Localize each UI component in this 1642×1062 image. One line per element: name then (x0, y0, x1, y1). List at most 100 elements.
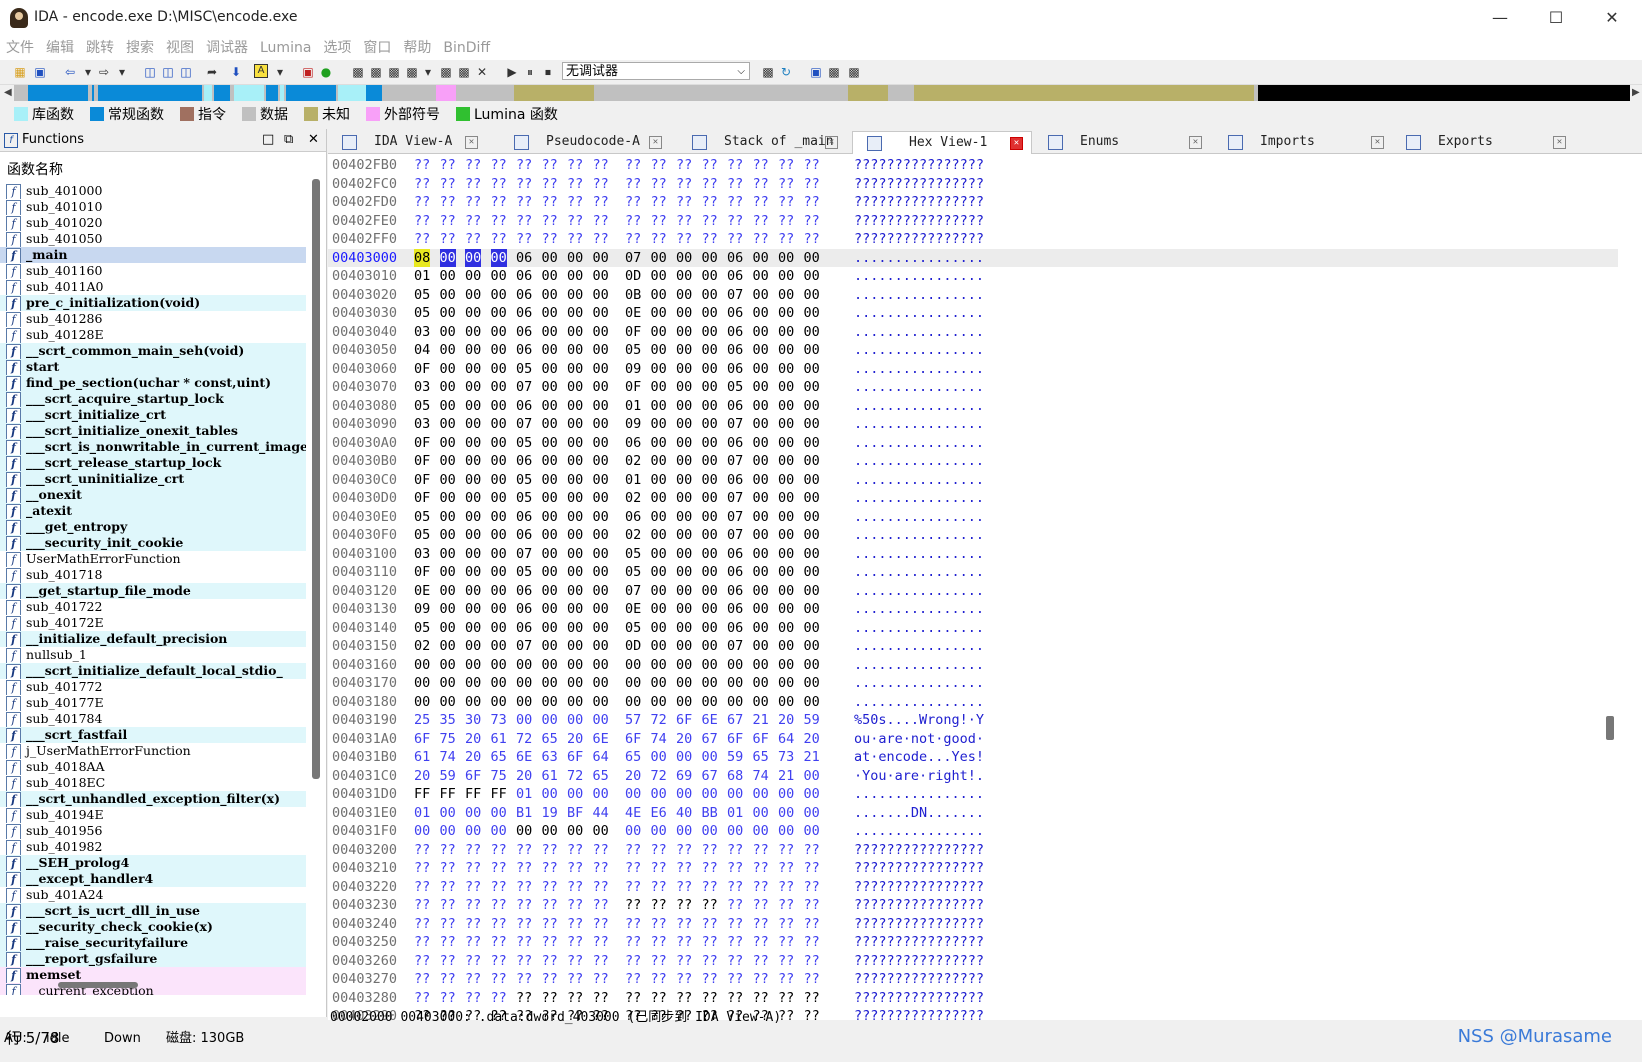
hex-byte[interactable]: 0F (625, 378, 641, 396)
hex-byte[interactable]: 00 (651, 323, 667, 341)
hex-byte[interactable]: 06 (727, 582, 743, 600)
terminate-icon[interactable]: ✕ (474, 64, 490, 80)
hex-byte[interactable]: 00 (676, 674, 692, 692)
hex-row[interactable]: 004031A0 6F 75 20 61 72 65 20 6E 6F 74 20 67 6F 6F 64 20… (328, 730, 1618, 748)
hex-byte[interactable]: 0D (625, 637, 641, 655)
hex-byte[interactable]: 00 (465, 248, 482, 267)
hex-byte[interactable]: 00 (651, 748, 667, 766)
function-list-item[interactable]: f sub_401000 (0, 183, 306, 199)
hex-byte[interactable]: 00 (778, 508, 794, 526)
hex-byte[interactable]: 02 (414, 637, 430, 655)
hex-byte[interactable]: 00 (727, 693, 743, 711)
hex-byte[interactable]: 06 (727, 267, 743, 285)
hex-byte[interactable]: 00 (491, 804, 507, 822)
hex-byte[interactable]: 00 (567, 397, 583, 415)
hex-byte[interactable]: 00 (567, 822, 583, 840)
hex-byte[interactable]: 07 (727, 286, 743, 304)
hex-byte[interactable]: FF (465, 785, 481, 803)
hex-byte[interactable]: 01 (625, 471, 641, 489)
hex-byte[interactable]: ?? (727, 156, 743, 174)
hex-byte[interactable]: 00 (753, 545, 769, 563)
hex-byte[interactable]: ?? (414, 193, 430, 211)
hex-byte[interactable]: 00 (753, 323, 769, 341)
hex-byte[interactable]: 00 (676, 360, 692, 378)
hex-byte[interactable]: ?? (727, 841, 743, 859)
hex-byte[interactable]: ?? (491, 859, 507, 877)
hex-byte[interactable]: 67 (702, 767, 718, 785)
hex-byte[interactable]: 00 (651, 785, 667, 803)
hex-byte[interactable]: 6F (676, 711, 692, 729)
functions-vertical-scrollbar[interactable] (312, 179, 320, 779)
hex-byte[interactable]: ?? (491, 212, 507, 230)
hex-byte[interactable]: 00 (440, 267, 456, 285)
hex-byte[interactable]: ?? (727, 878, 743, 896)
hex-byte[interactable]: 00 (567, 267, 583, 285)
hex-byte[interactable]: ?? (753, 193, 769, 211)
tab-close-icon[interactable]: ✕ (649, 136, 662, 149)
hex-byte[interactable]: 00 (778, 656, 794, 674)
refresh-icon[interactable]: ↻ (778, 64, 794, 80)
hex-byte[interactable]: 59 (727, 748, 743, 766)
hex-row[interactable]: 00403050 04 00 00 00 06 00 00 00 05 00 00 00 06 00 00 00… (328, 341, 1618, 359)
hex-byte[interactable]: 61 (542, 767, 558, 785)
hex-byte[interactable]: ?? (651, 859, 667, 877)
hex-byte[interactable]: 00 (804, 378, 820, 396)
hex-byte[interactable]: 03 (414, 545, 430, 563)
hex-byte[interactable]: 00 (702, 378, 718, 396)
hex-byte[interactable]: 00 (439, 248, 456, 267)
hex-byte[interactable]: 00 (491, 563, 507, 581)
hex-byte[interactable]: 06 (516, 619, 532, 637)
hex-byte[interactable]: ?? (491, 970, 507, 988)
hex-byte[interactable]: ?? (465, 175, 481, 193)
play-icon[interactable]: ▶ (504, 64, 520, 80)
hex-byte[interactable]: ?? (465, 212, 481, 230)
hex-byte[interactable]: 00 (651, 637, 667, 655)
hex-byte[interactable]: 00 (804, 415, 820, 433)
hex-byte[interactable]: 40 (676, 804, 692, 822)
hex-byte[interactable]: ?? (778, 896, 794, 914)
hex-row[interactable]: 00403140 05 00 00 00 06 00 00 00 05 00 00 00 06 00 00 00… (328, 619, 1618, 637)
hex-byte[interactable]: ?? (676, 878, 692, 896)
hex-byte[interactable]: 6F (567, 748, 583, 766)
hex-byte[interactable]: 00 (753, 563, 769, 581)
hex-byte[interactable]: ?? (465, 952, 481, 970)
function-list-item[interactable]: f ___scrt_initialize_onexit_tables (0, 423, 306, 439)
hex-byte[interactable]: ?? (702, 878, 718, 896)
hex-byte[interactable]: 00 (804, 323, 820, 341)
hex-byte[interactable]: 00 (753, 600, 769, 618)
hex-byte[interactable]: 05 (516, 563, 532, 581)
hex-byte[interactable]: 06 (727, 545, 743, 563)
hex-byte[interactable]: 00 (491, 341, 507, 359)
hex-byte[interactable]: 00 (542, 434, 558, 452)
hex-byte[interactable]: 00 (414, 674, 430, 692)
hex-byte[interactable]: 00 (727, 656, 743, 674)
hex-byte[interactable]: ?? (567, 193, 583, 211)
hex-byte[interactable]: 6E (516, 748, 532, 766)
hex-byte[interactable]: ?? (414, 230, 430, 248)
hex-byte[interactable]: 0E (625, 600, 641, 618)
hex-byte[interactable]: 00 (778, 804, 794, 822)
hex-byte[interactable]: ?? (676, 896, 692, 914)
hex-byte[interactable]: ?? (702, 933, 718, 951)
hex-byte[interactable]: 73 (491, 711, 507, 729)
hex-row[interactable]: 00403160 00 00 00 00 00 00 00 00 00 00 00 00 00 00 00 00… (328, 656, 1618, 674)
function-list-item[interactable]: f j_UserMathErrorFunction (0, 743, 306, 759)
hex-byte[interactable]: 00 (651, 563, 667, 581)
hex-byte[interactable]: ?? (440, 896, 456, 914)
hex-byte[interactable]: 00 (465, 489, 481, 507)
hex-byte[interactable]: 00 (465, 378, 481, 396)
hex-byte[interactable]: 00 (593, 582, 609, 600)
hex-byte[interactable]: 00 (491, 471, 507, 489)
hex-byte[interactable]: 02 (625, 489, 641, 507)
hex-byte[interactable]: 05 (414, 619, 430, 637)
hex-byte[interactable]: 00 (676, 693, 692, 711)
hex-byte[interactable]: ?? (778, 175, 794, 193)
function-list-item[interactable]: f sub_4011A0 (0, 279, 306, 295)
hex-byte[interactable]: ?? (778, 212, 794, 230)
hex-byte[interactable]: 00 (804, 360, 820, 378)
hex-byte[interactable]: ?? (727, 989, 743, 1007)
hex-byte[interactable]: ?? (414, 915, 430, 933)
hex-byte[interactable]: 00 (702, 656, 718, 674)
hex-row[interactable]: 004030E0 05 00 00 00 06 00 00 00 06 00 00 00 07 00 00 00… (328, 508, 1618, 526)
tab-close-icon[interactable]: ✕ (1371, 136, 1384, 149)
